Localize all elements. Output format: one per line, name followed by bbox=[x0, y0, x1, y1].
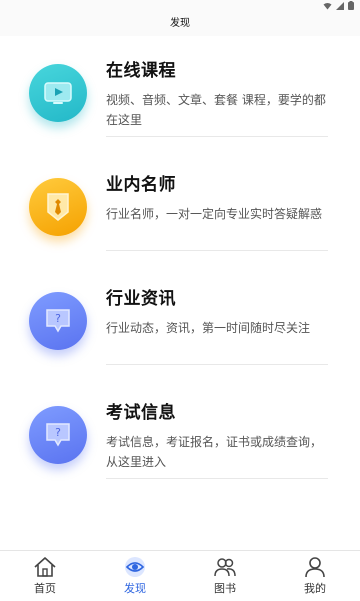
list-item-online-courses[interactable]: 在线课程 视频、音频、文章、套餐 课程，要学的都在这里 bbox=[0, 56, 360, 170]
item-title: 行业资讯 bbox=[106, 289, 176, 309]
item-description: 行业名师，一对一定向专业实时答疑解惑 bbox=[106, 207, 323, 221]
page-title: 发现 bbox=[0, 12, 360, 36]
tab-label: 图书 bbox=[214, 582, 236, 595]
item-title: 业内名师 bbox=[106, 175, 176, 195]
tab-mine[interactable]: 我的 bbox=[270, 551, 360, 601]
item-description: 考试信息，考证报名，证书或成绩查询，从这里进入 bbox=[106, 435, 323, 469]
tab-label: 发现 bbox=[124, 582, 146, 595]
question-bubble-icon: ? bbox=[29, 292, 87, 350]
users-icon bbox=[214, 558, 236, 577]
divider bbox=[106, 136, 328, 137]
item-description: 行业动态，资讯，第一时间随时尽关注 bbox=[106, 321, 311, 335]
divider bbox=[106, 478, 328, 479]
divider bbox=[106, 250, 328, 251]
signal-icon bbox=[336, 1, 344, 10]
item-description: 视频、音频、文章、套餐 课程，要学的都在这里 bbox=[106, 93, 326, 127]
tab-home[interactable]: 首页 bbox=[0, 551, 90, 601]
list-item-famous-teachers[interactable]: 业内名师 行业名师，一对一定向专业实时答疑解惑 bbox=[0, 170, 360, 284]
wifi-icon bbox=[323, 2, 332, 9]
list-item-industry-news[interactable]: ? 行业资讯 行业动态，资讯，第一时间随时尽关注 bbox=[0, 284, 360, 398]
person-icon bbox=[305, 557, 325, 578]
eye-icon bbox=[125, 557, 145, 577]
bottom-tab-bar: 首页 发现 图书 我的 bbox=[0, 550, 360, 601]
svg-text:?: ? bbox=[55, 426, 61, 439]
home-icon bbox=[34, 557, 56, 577]
divider bbox=[106, 364, 328, 365]
list-item-exam-info[interactable]: ? 考试信息 考试信息，考证报名，证书或成绩查询，从这里进入 bbox=[0, 398, 360, 512]
video-play-icon bbox=[29, 64, 87, 122]
battery-icon bbox=[348, 1, 354, 10]
item-title: 考试信息 bbox=[106, 403, 176, 423]
status-bar bbox=[0, 0, 360, 12]
tab-label: 我的 bbox=[304, 582, 326, 595]
tab-label: 首页 bbox=[34, 582, 56, 595]
tab-books[interactable]: 图书 bbox=[180, 551, 270, 601]
question-bubble-icon: ? bbox=[29, 406, 87, 464]
item-title: 在线课程 bbox=[106, 61, 176, 81]
teacher-tie-icon bbox=[29, 178, 87, 236]
tab-discover[interactable]: 发现 bbox=[90, 551, 180, 601]
svg-text:?: ? bbox=[55, 312, 61, 325]
